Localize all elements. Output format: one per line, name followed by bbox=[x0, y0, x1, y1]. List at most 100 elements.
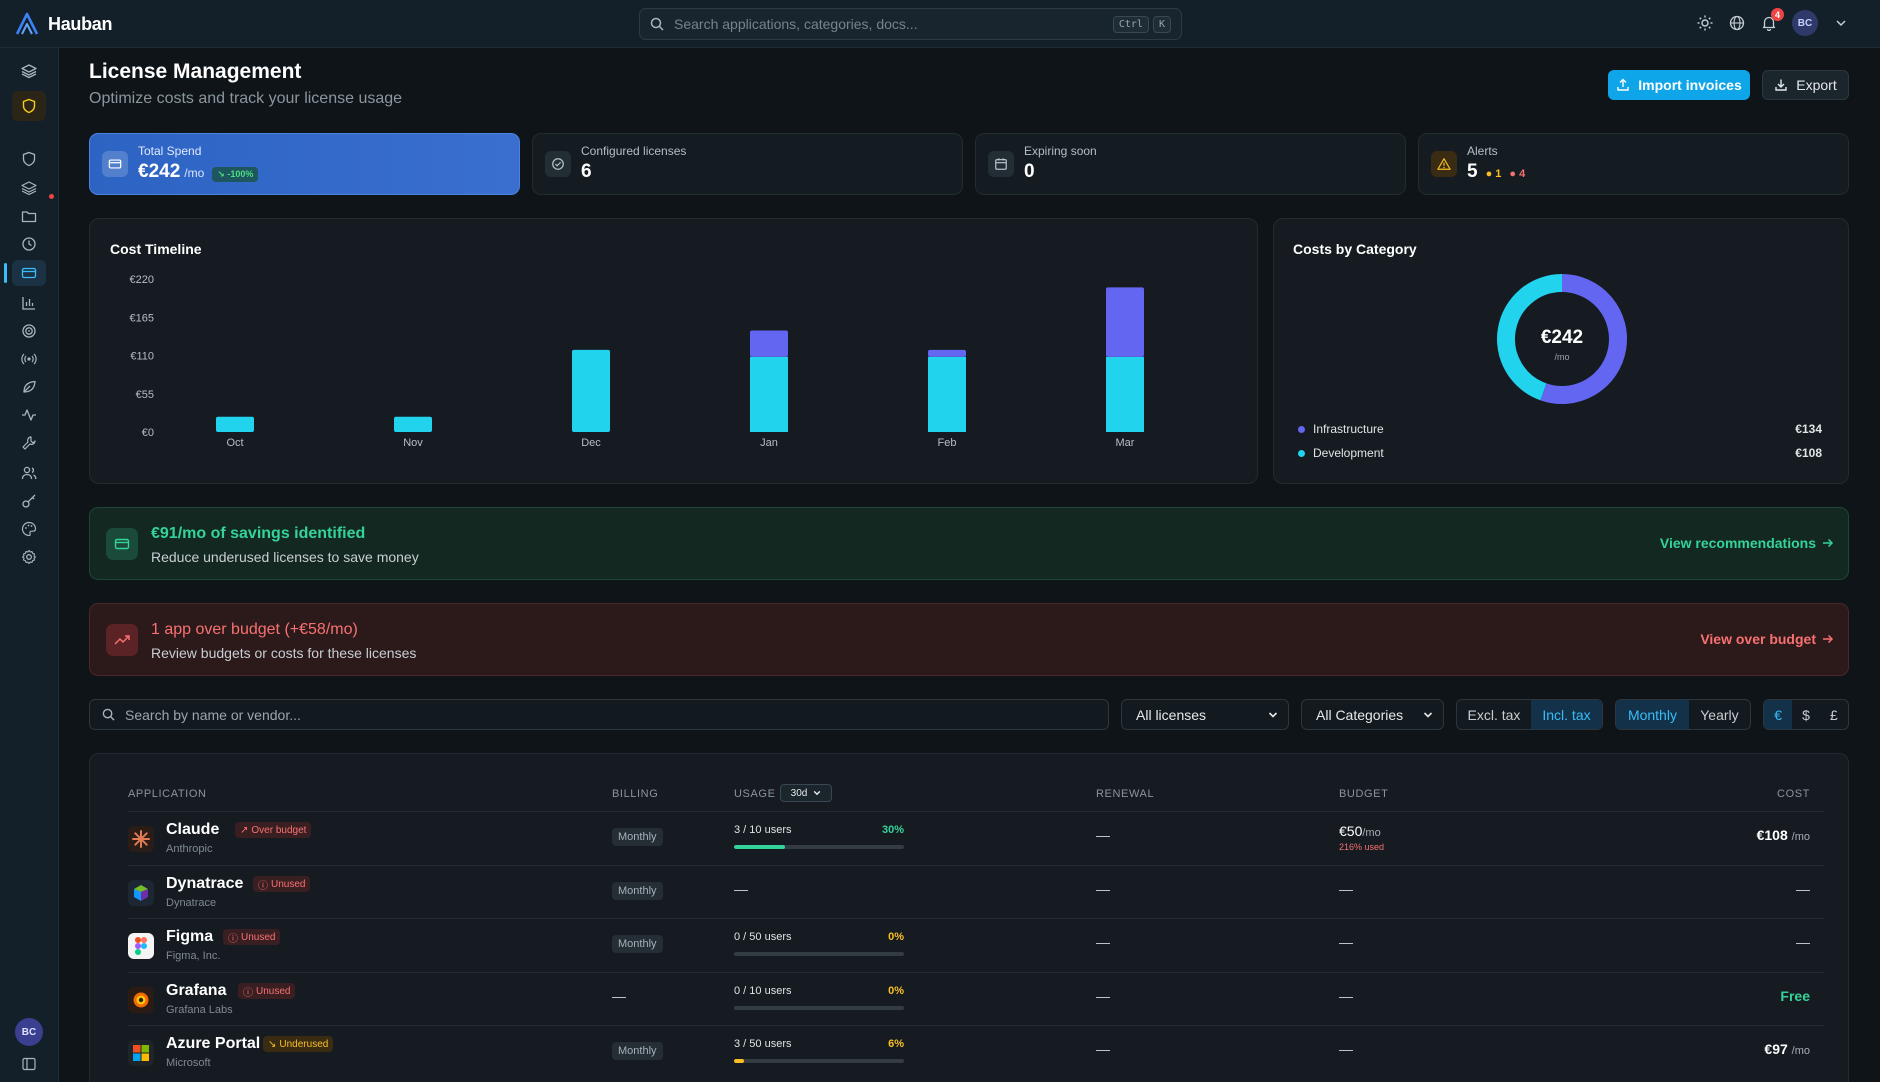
column-header-cost[interactable]: COST bbox=[1777, 788, 1810, 800]
sidebar-item-folders[interactable] bbox=[12, 203, 46, 229]
calendar-icon bbox=[988, 151, 1014, 177]
table-row-dynatrace[interactable]: Dynatrace ⓘ Unused Dynatrace Monthly — —… bbox=[128, 865, 1824, 918]
cost-value: — bbox=[1796, 934, 1810, 950]
tax-toggle-incl[interactable]: Incl. tax bbox=[1530, 700, 1602, 729]
app-name: Figma bbox=[166, 928, 214, 945]
category-filter-select[interactable]: All Categories bbox=[1301, 699, 1444, 730]
sidebar-item-stack[interactable] bbox=[12, 175, 46, 201]
sidebar-item-reports[interactable] bbox=[12, 290, 46, 316]
billing-badge: Monthly bbox=[612, 882, 663, 900]
column-header-billing[interactable]: BILLING bbox=[612, 788, 658, 800]
view-over-budget-link[interactable]: View over budget bbox=[1700, 631, 1834, 647]
column-header-usage[interactable]: USAGE bbox=[734, 788, 776, 800]
bar-mar-development[interactable] bbox=[1106, 356, 1144, 432]
sidebar-item-layers[interactable] bbox=[12, 58, 46, 84]
import-invoices-button[interactable]: Import invoices bbox=[1608, 70, 1750, 100]
sidebar-item-security-highlight[interactable] bbox=[12, 91, 46, 121]
figma-logo-icon bbox=[128, 933, 154, 959]
bar-feb-development[interactable] bbox=[928, 356, 966, 432]
gear-icon bbox=[21, 549, 37, 565]
stat-card-expiring-soon[interactable]: Expiring soon 0 bbox=[975, 133, 1406, 195]
app-name: Grafana bbox=[166, 982, 227, 999]
sidebar-item-history[interactable] bbox=[12, 231, 46, 257]
column-header-renewal[interactable]: RENEWAL bbox=[1096, 788, 1154, 800]
sidebar-item-licenses[interactable] bbox=[12, 260, 46, 286]
alerts-value: 5 bbox=[1467, 161, 1478, 182]
sidebar-item-keys[interactable] bbox=[12, 488, 46, 514]
x-tick-label: Nov bbox=[403, 437, 423, 449]
sidebar-item-monitoring[interactable] bbox=[12, 346, 46, 372]
alerts-warning-count: ● 1 bbox=[1485, 168, 1502, 180]
legend-value: €134 bbox=[1795, 422, 1822, 436]
cost-amount: €97 bbox=[1764, 1041, 1788, 1057]
renewal-value: — bbox=[1096, 934, 1110, 950]
table-row-azure-portal[interactable]: Azure Portal ↘ Underused Microsoft Month… bbox=[128, 1025, 1824, 1078]
tax-toggle-excl[interactable]: Excl. tax bbox=[1457, 700, 1531, 729]
status-badge-underused: ↘ Underused bbox=[263, 1036, 334, 1052]
license-filter-select[interactable]: All licenses bbox=[1121, 699, 1289, 730]
currency-toggle-usd[interactable]: $ bbox=[1792, 700, 1819, 729]
shield-icon bbox=[22, 98, 36, 114]
grafana-logo-icon bbox=[128, 987, 154, 1013]
status-badge-text: Unused bbox=[241, 931, 276, 943]
global-search[interactable]: Search applications, categories, docs...… bbox=[639, 8, 1182, 40]
usage-range-select[interactable]: 30d bbox=[780, 784, 832, 802]
export-button[interactable]: Export bbox=[1762, 70, 1849, 100]
bar-oct-development[interactable] bbox=[216, 416, 254, 432]
bar-feb-infrastructure[interactable] bbox=[928, 349, 966, 357]
sidebar-item-security[interactable] bbox=[12, 146, 46, 172]
sidebar-item-appearance[interactable] bbox=[12, 516, 46, 542]
stat-label: Alerts bbox=[1467, 144, 1498, 158]
stat-value-row: €242 /mo ↘ -100% bbox=[138, 161, 259, 183]
cost-value: €97 /mo bbox=[1764, 1041, 1810, 1057]
bar-mar-infrastructure[interactable] bbox=[1106, 287, 1144, 357]
view-recommendations-link[interactable]: View recommendations bbox=[1660, 535, 1834, 551]
category-filter-value: All Categories bbox=[1316, 706, 1404, 723]
bar-jan-development[interactable] bbox=[750, 356, 788, 432]
license-search-input[interactable]: Search by name or vendor... bbox=[89, 699, 1109, 730]
chevron-down-icon[interactable] bbox=[1832, 14, 1850, 32]
chevron-down-icon bbox=[814, 790, 821, 796]
app-logo[interactable]: Hauban bbox=[14, 11, 113, 37]
notifications-bell-icon[interactable]: 4 bbox=[1760, 8, 1784, 32]
currency-toggle-eur[interactable]: € bbox=[1764, 700, 1793, 729]
table-row-claude[interactable]: Claude ↗ Over budget Anthropic Monthly 3… bbox=[128, 811, 1824, 864]
bar-nov-development[interactable] bbox=[394, 416, 432, 432]
sidebar-item-settings[interactable] bbox=[12, 544, 46, 570]
bar-jan-infrastructure[interactable] bbox=[750, 330, 788, 357]
sidebar-item-activity[interactable] bbox=[12, 402, 46, 428]
y-tick-label: €0 bbox=[142, 427, 154, 439]
stat-value-row: 5 ● 1 ● 4 bbox=[1467, 161, 1525, 183]
period-toggle-monthly[interactable]: Monthly bbox=[1616, 700, 1689, 729]
table-row-figma[interactable]: Figma ⓘ Unused Figma, Inc. Monthly 0 / 5… bbox=[128, 918, 1824, 971]
table-row-grafana[interactable]: Grafana ⓘ Unused Grafana Labs — 0 / 10 u… bbox=[128, 972, 1824, 1025]
currency-toggle-gbp[interactable]: £ bbox=[1820, 700, 1848, 729]
trend-value: -100% bbox=[227, 169, 254, 179]
column-header-budget[interactable]: BUDGET bbox=[1339, 788, 1388, 800]
theme-toggle-sun-icon[interactable] bbox=[1696, 14, 1714, 32]
stat-card-configured-licenses[interactable]: Configured licenses 6 bbox=[532, 133, 963, 195]
sidebar-item-tools[interactable] bbox=[12, 430, 46, 456]
warning-triangle-icon bbox=[1431, 151, 1457, 177]
sidebar-item-goals[interactable] bbox=[12, 318, 46, 344]
chevron-down-icon bbox=[1268, 711, 1278, 718]
column-header-application[interactable]: APPLICATION bbox=[128, 788, 207, 800]
cost-amount: €108 bbox=[1756, 827, 1788, 843]
trending-up-icon bbox=[106, 624, 138, 656]
user-avatar[interactable]: BC bbox=[1792, 10, 1818, 36]
sidebar-user-avatar[interactable]: BC bbox=[15, 1018, 43, 1046]
x-tick-label: Dec bbox=[581, 437, 601, 449]
sidebar-item-users[interactable] bbox=[12, 460, 46, 486]
stat-card-total-spend[interactable]: Total Spend €242 /mo ↘ -100% bbox=[89, 133, 520, 195]
period-toggle-yearly[interactable]: Yearly bbox=[1689, 700, 1750, 729]
bar-dec-development[interactable] bbox=[572, 349, 610, 432]
stat-card-alerts[interactable]: Alerts 5 ● 1 ● 4 bbox=[1418, 133, 1849, 195]
sidebar-collapse-toggle[interactable] bbox=[12, 1051, 46, 1077]
sidebar-item-sustainability[interactable] bbox=[12, 374, 46, 400]
billing-badge: Monthly bbox=[612, 828, 663, 846]
x-tick-label: Oct bbox=[226, 437, 243, 449]
notification-count-badge: 4 bbox=[1771, 8, 1784, 21]
global-search-placeholder: Search applications, categories, docs... bbox=[674, 16, 918, 32]
language-globe-icon[interactable] bbox=[1728, 14, 1746, 32]
total-spend-unit: /mo bbox=[184, 166, 205, 180]
